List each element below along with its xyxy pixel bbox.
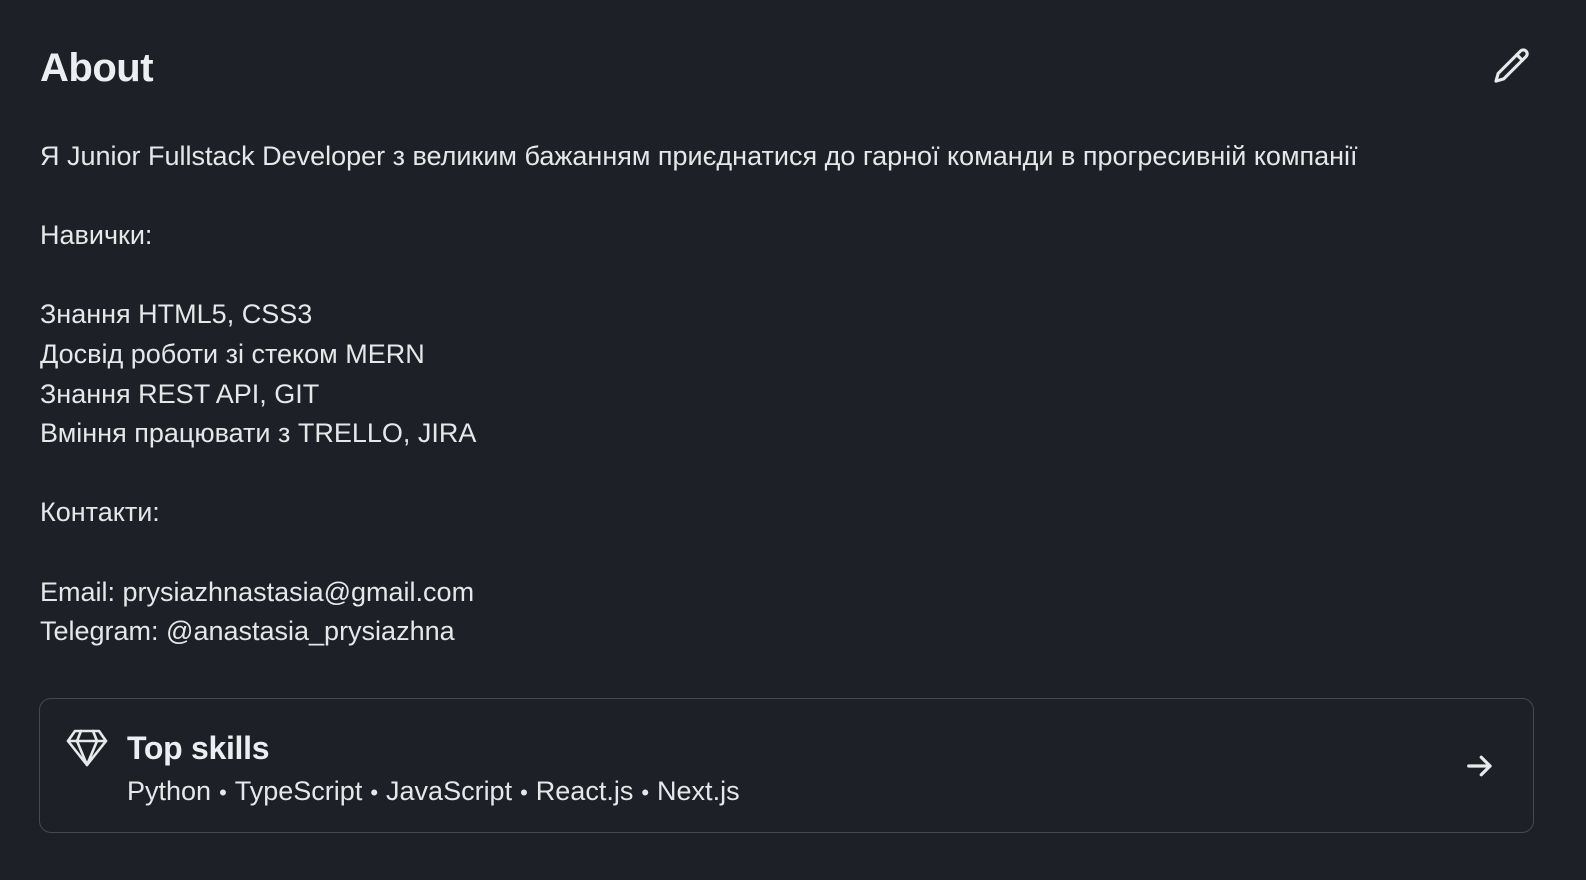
skill-item: React.js bbox=[535, 776, 634, 806]
skill-separator: • bbox=[520, 780, 528, 805]
edit-about-button[interactable] bbox=[1486, 42, 1536, 92]
top-skills-title: Top skills bbox=[127, 730, 270, 766]
top-skills-list: Python • TypeScript • JavaScript • React.js • Ne… bbox=[127, 772, 740, 812]
pencil-icon bbox=[1494, 48, 1529, 83]
contact-email: Email: prysiazhnastasia@gmail.com bbox=[40, 576, 475, 607]
section-title: About bbox=[40, 46, 154, 90]
skill-line: Знання REST API, GIT bbox=[40, 378, 320, 409]
skill-item: TypeScript bbox=[234, 776, 363, 806]
skill-item: JavaScript bbox=[386, 776, 513, 806]
skill-line: Вміння працювати з TRELLO, JIRA bbox=[40, 418, 477, 449]
about-section: About Я Junior Fullstack Developer з вел… bbox=[0, 0, 1586, 880]
contact-telegram: Telegram: @anastasia_prysiazhna bbox=[40, 616, 455, 647]
skill-separator: • bbox=[641, 780, 650, 805]
about-text: Я Junior Fullstack Developer з великим б… bbox=[40, 137, 1530, 652]
skill-item: Next.js bbox=[657, 776, 740, 806]
top-skills-card[interactable]: Top skills Python • TypeScript • JavaScript •… bbox=[39, 698, 1534, 833]
skill-item: Python bbox=[127, 776, 212, 806]
skill-separator: • bbox=[219, 780, 227, 805]
about-intro: Я Junior Fullstack Developer з великим б… bbox=[40, 141, 1358, 171]
skills-heading: Навички: bbox=[40, 220, 153, 251]
arrow-right-icon bbox=[1467, 755, 1492, 776]
diamond-icon bbox=[66, 729, 108, 767]
top-skills-arrow-button[interactable] bbox=[1458, 747, 1502, 787]
contacts-heading: Контакти: bbox=[40, 497, 160, 528]
skill-line: Досвід роботи зі стеком MERN bbox=[40, 338, 425, 369]
skill-line: Знання HTML5, CSS3 bbox=[40, 299, 313, 330]
skill-separator: • bbox=[370, 780, 379, 805]
